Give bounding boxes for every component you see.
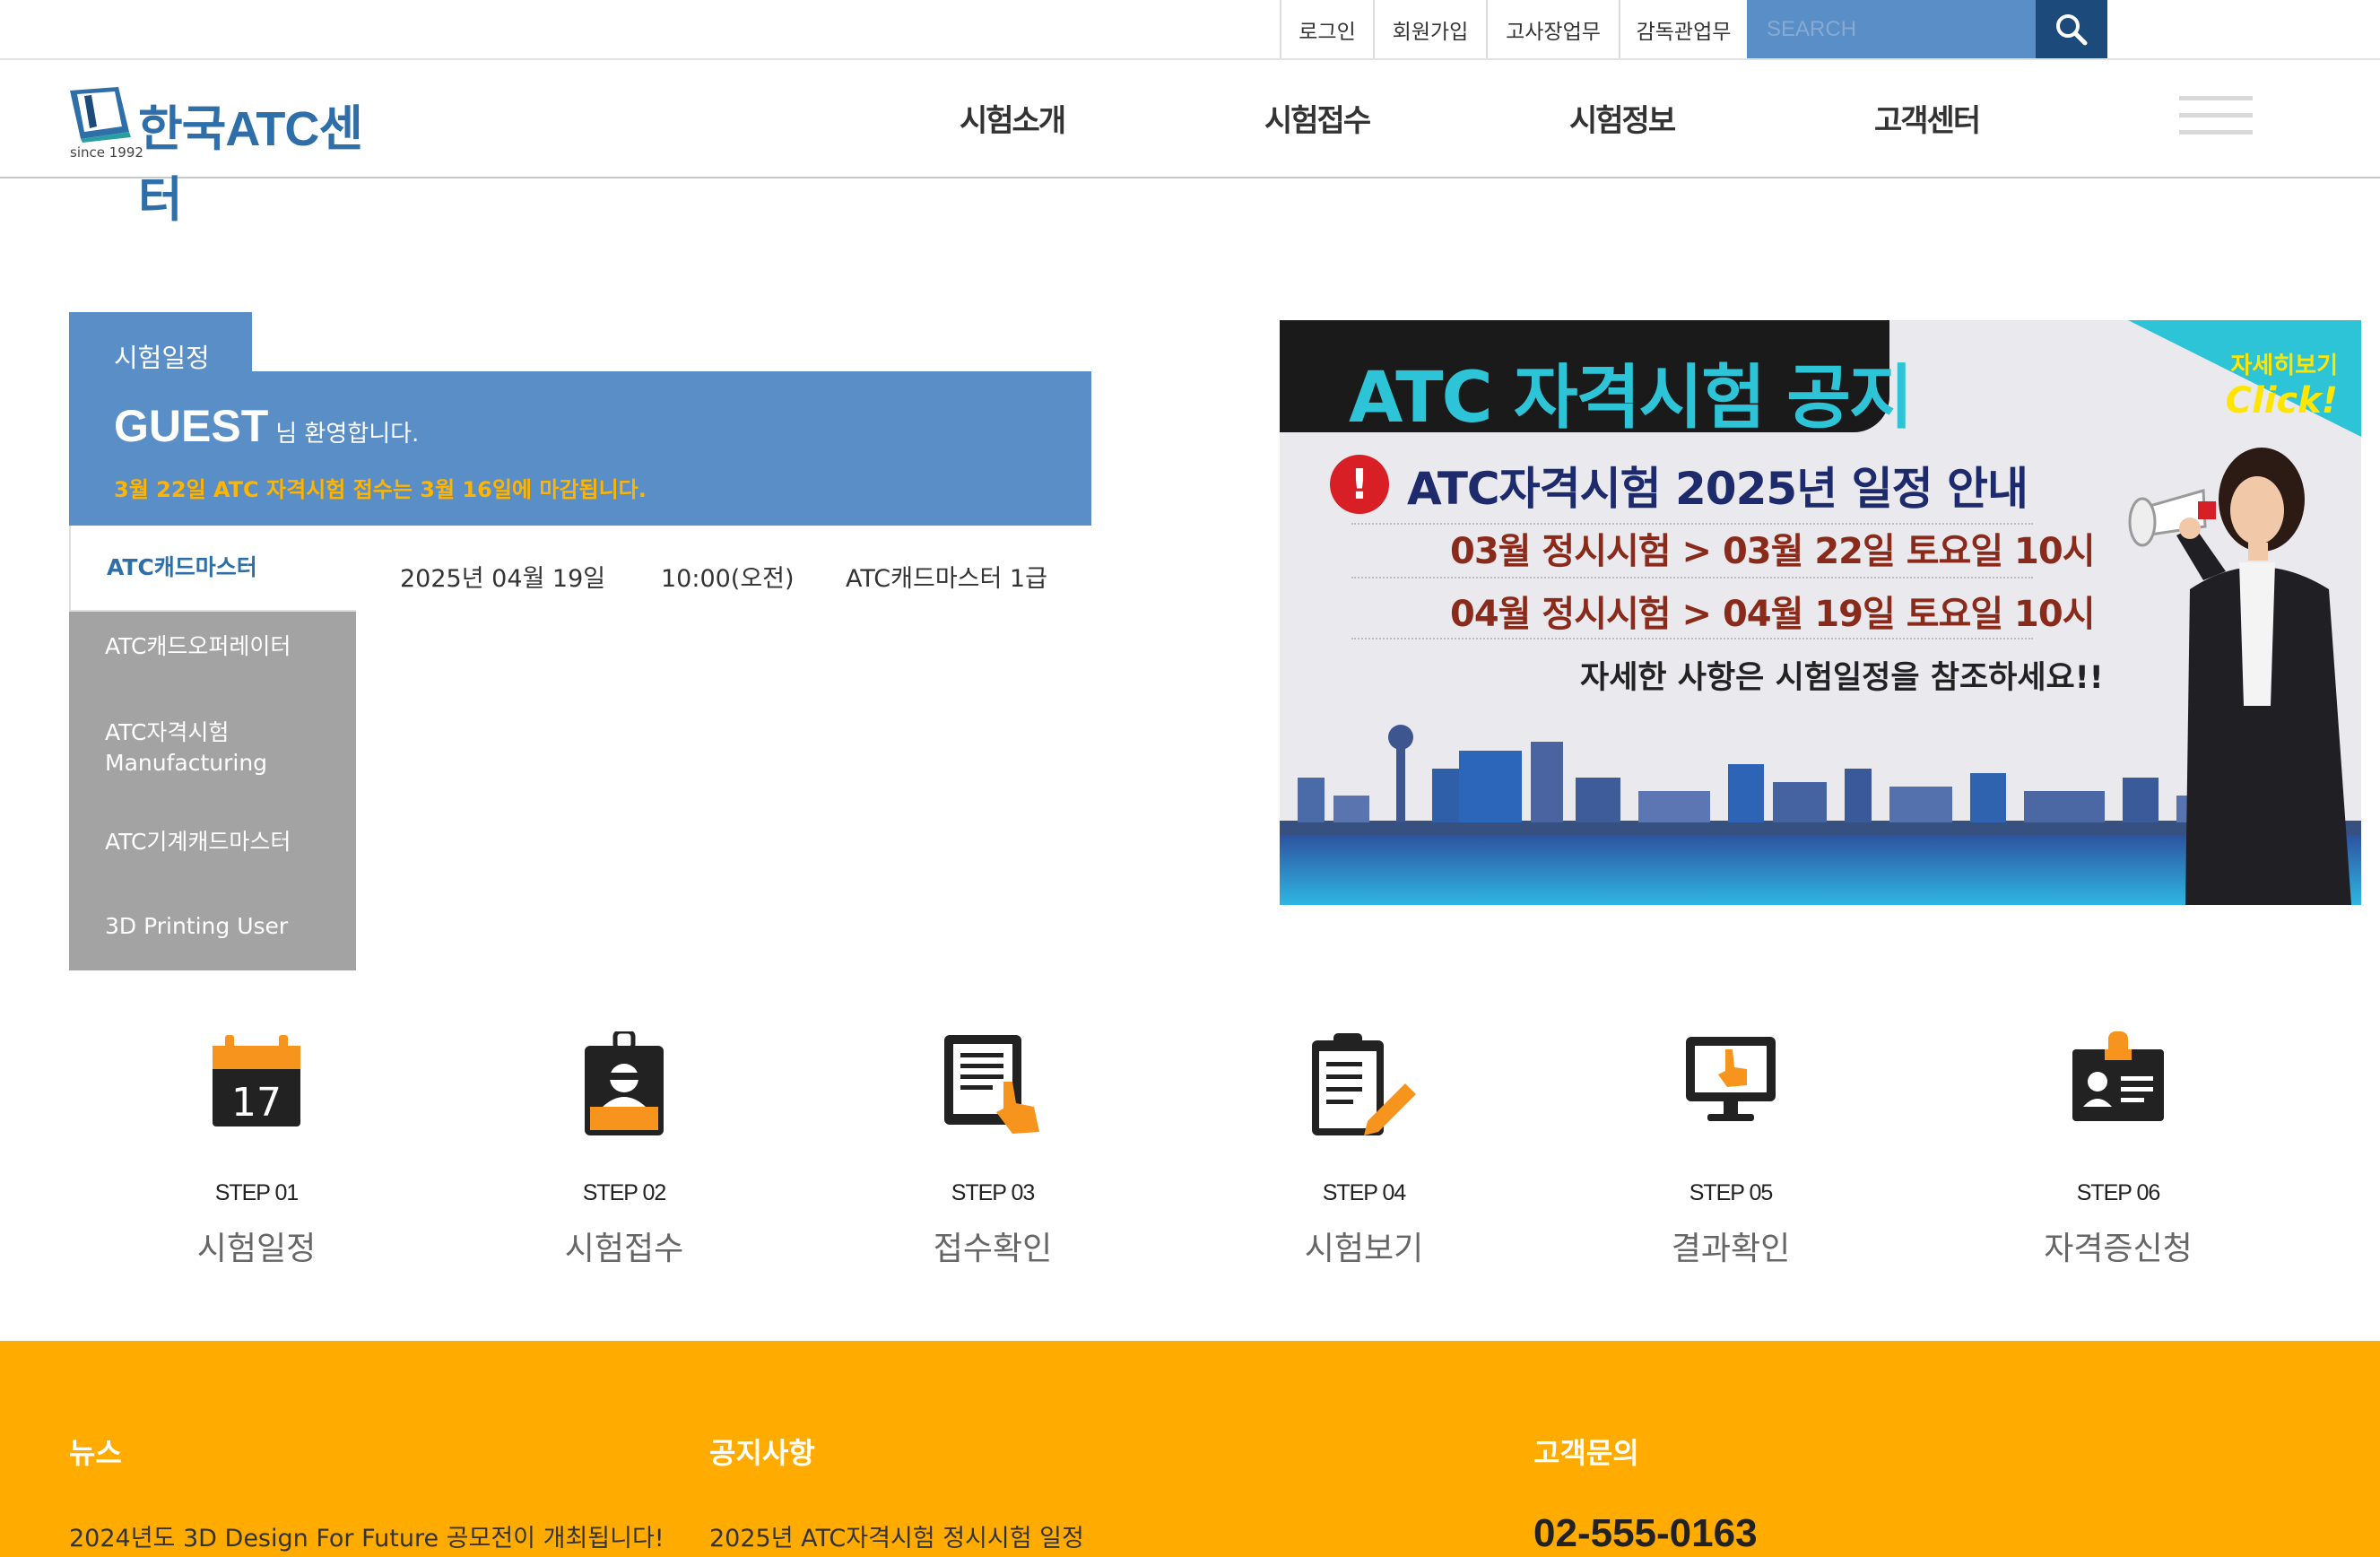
menu-item-mech-cad-master[interactable]: ATC기계캐드마스터 xyxy=(69,827,356,857)
banner-subtitle: ATC자격시험 2025년 일정 안내 xyxy=(1407,463,2028,515)
step-label: 시험일정 xyxy=(196,1231,317,1267)
top-utility-bar: 로그인 회원가입 고사장업무 감독관업무 xyxy=(0,0,2380,60)
schedule-header: GUEST 님 환영합니다. 3월 22일 ATC 자격시험 접수는 3월 16일… xyxy=(69,371,1091,526)
banner-click-label[interactable]: 자세히보기 Click! xyxy=(2226,347,2338,422)
search-icon xyxy=(2056,13,2088,45)
step-number: STEP 06 xyxy=(2076,1180,2161,1205)
nav-exam-info[interactable]: 시험정보 xyxy=(1569,96,1676,140)
welcome-text: 님 환영합니다. xyxy=(275,421,420,448)
step-number: STEP 01 xyxy=(214,1180,300,1205)
news-title[interactable]: 뉴스 xyxy=(69,1431,122,1472)
menu-hamburger-button[interactable] xyxy=(2179,96,2253,144)
nav-customer-center[interactable]: 고객센터 xyxy=(1874,96,1981,140)
menu-item-cad-operator[interactable]: ATC캐드오퍼레이터 xyxy=(69,631,356,662)
book-logo-icon xyxy=(70,87,131,143)
signup-link[interactable]: 회원가입 xyxy=(1373,0,1486,58)
step-label: 자격증신청 xyxy=(2044,1231,2193,1267)
step-label: 접수확인 xyxy=(933,1231,1053,1267)
contact-title: 고객문의 xyxy=(1533,1436,1639,1470)
step-number: STEP 03 xyxy=(951,1180,1036,1205)
step-03[interactable]: STEP 03 접수확인 xyxy=(876,1031,1109,1269)
schedule-date: 2025년 04월 19일 xyxy=(400,565,606,593)
step-label: 시험보기 xyxy=(1304,1231,1424,1267)
exam-site-link[interactable]: 고사장업무 xyxy=(1486,0,1619,58)
monitor-touch-icon xyxy=(1686,1037,1776,1121)
id-badge-icon xyxy=(585,1031,664,1135)
step-01[interactable]: 17 STEP 01 시험일정 xyxy=(140,1031,373,1269)
step-label: 시험접수 xyxy=(564,1231,684,1267)
logo-text: 한국ATC센터 xyxy=(138,102,363,227)
schedule-exam: ATC캐드마스터 1급 xyxy=(846,565,1047,593)
exam-type-menu: ATC캐드마스터 ATC캐드오퍼레이터 ATC자격시험 Manufacturin… xyxy=(69,526,356,970)
step-number: STEP 02 xyxy=(582,1180,667,1205)
id-card-icon xyxy=(2072,1031,2164,1121)
guest-name: GUEST xyxy=(114,401,269,451)
menu-item-cad-master[interactable]: ATC캐드마스터 xyxy=(69,526,356,612)
schedule-time: 10:00(오전) xyxy=(661,565,795,593)
clipboard-pencil-icon xyxy=(1312,1033,1416,1135)
step-06[interactable]: STEP 06 자격증신청 xyxy=(2002,1031,2235,1269)
main-header: 한국ATC센터 since 1992 시험소개 시험접수 시험정보 고객센터 xyxy=(0,60,2380,227)
search-button[interactable] xyxy=(2036,0,2107,58)
logo-since: since 1992 xyxy=(70,144,143,161)
menu-item-3d-printing[interactable]: 3D Printing User xyxy=(69,911,356,942)
login-link[interactable]: 로그인 xyxy=(1280,0,1373,58)
banner-divider xyxy=(1351,638,2033,639)
tablet-touch-icon xyxy=(944,1035,1039,1134)
banner-line-march: 03월 정시시험 > 03월 22일 토요일 10시 xyxy=(1450,531,2096,572)
banner-footnote: 자세한 사항은 시험일정을 참조하세요!! xyxy=(1580,660,2104,696)
step-number: STEP 04 xyxy=(1322,1180,1407,1205)
step-02[interactable]: STEP 02 시험접수 xyxy=(508,1031,741,1269)
calendar-day: 17 xyxy=(231,1080,282,1126)
banner-click-text: Click! xyxy=(2225,380,2338,422)
step-number: STEP 05 xyxy=(1689,1180,1774,1205)
notice-title[interactable]: 공지사항 xyxy=(709,1431,815,1472)
notice-item[interactable]: 2025년 ATC자격시험 정시시험 일정 xyxy=(709,1518,1084,1553)
step-05[interactable]: STEP 05 결과확인 xyxy=(1614,1031,1847,1269)
notice-banner[interactable]: ATC 자격시험 공지 자세히보기 Click! ! ATC자격시험 2025년… xyxy=(1280,320,2361,905)
welcome-message: GUEST 님 환영합니다. xyxy=(114,400,419,452)
logo[interactable]: 한국ATC센터 since 1992 xyxy=(66,83,389,227)
nav-exam-register[interactable]: 시험접수 xyxy=(1264,96,1371,140)
alert-icon: ! xyxy=(1330,455,1389,514)
search-input[interactable] xyxy=(1747,0,2036,58)
banner-divider xyxy=(1351,577,2033,578)
deadline-notice: 3월 22일 ATC 자격시험 접수는 3월 16일에 마감됩니다. xyxy=(114,477,647,502)
footer: 뉴스 2024년도 3D Design For Future 공모전이 개최됩니… xyxy=(0,1341,2380,1557)
step-04[interactable]: STEP 04 시험보기 xyxy=(1247,1031,1481,1269)
spokesperson-megaphone-image xyxy=(2128,448,2351,905)
news-item[interactable]: 2024년도 3D Design For Future 공모전이 개최됩니다! xyxy=(69,1518,664,1553)
menu-item-manufacturing[interactable]: ATC자격시험 Manufacturing xyxy=(69,718,356,778)
schedule-tab[interactable]: 시험일정 xyxy=(69,312,252,373)
banner-more-text: 자세히보기 xyxy=(2230,352,2338,379)
contact-phone: 02-555-0163 xyxy=(1533,1511,1758,1555)
banner-line-april: 04월 정시시험 > 04월 19일 토요일 10시 xyxy=(1450,594,2096,635)
step-label: 결과확인 xyxy=(1671,1231,1791,1267)
supervisor-link[interactable]: 감독관업무 xyxy=(1619,0,1747,58)
banner-title: ATC 자격시험 공지 xyxy=(1349,358,1914,439)
calendar-icon: 17 xyxy=(213,1035,300,1126)
nav-exam-intro[interactable]: 시험소개 xyxy=(960,96,1066,140)
